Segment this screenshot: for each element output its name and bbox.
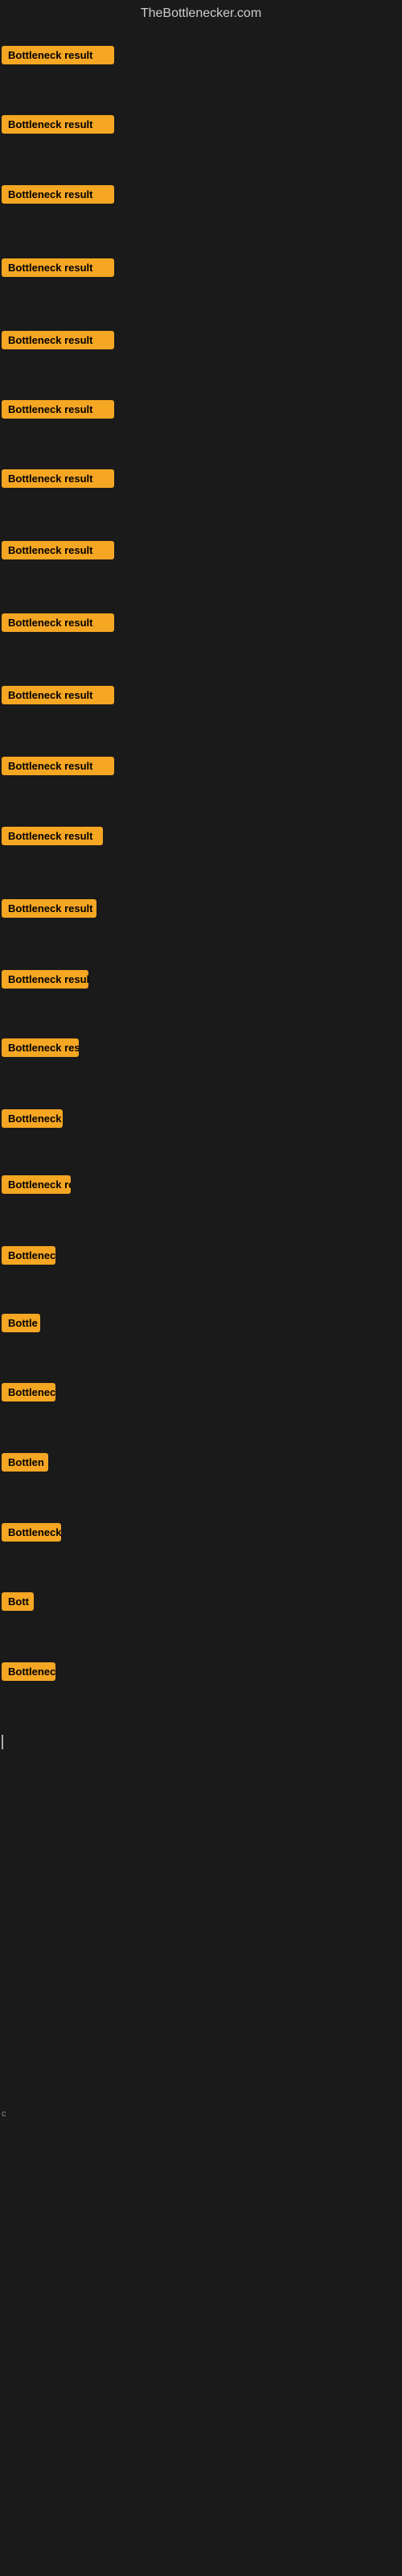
result-row-20: Bottlenec	[2, 1383, 55, 1406]
result-row-5: Bottleneck result	[2, 331, 114, 353]
bottleneck-badge[interactable]: Bottlen	[2, 1453, 48, 1472]
site-title: TheBottlenecker.com	[0, 0, 402, 27]
result-row-15: Bottleneck resu	[2, 1038, 79, 1061]
bottleneck-badge[interactable]: Bottleneck result	[2, 970, 88, 989]
bottleneck-badge[interactable]: Bottleneck result	[2, 185, 114, 204]
bottleneck-badge[interactable]: Bottleneck result	[2, 827, 103, 845]
bottleneck-badge[interactable]: Bottleneck result	[2, 331, 114, 349]
result-row-14: Bottleneck result	[2, 970, 88, 993]
result-row-24: Bottlenec	[2, 1662, 55, 1685]
bottleneck-badge[interactable]: Bottleneck result	[2, 400, 114, 419]
result-row-3: Bottleneck result	[2, 185, 114, 208]
bottleneck-badge[interactable]: Bottleneck resu	[2, 1038, 79, 1057]
bottleneck-badge[interactable]: Bottleneck result	[2, 258, 114, 277]
bottleneck-badge[interactable]: Bottleneck result	[2, 613, 114, 632]
result-row-11: Bottleneck result	[2, 757, 114, 779]
bottleneck-badge[interactable]: Bottleneck result	[2, 115, 114, 134]
result-row-18: Bottlenec	[2, 1246, 55, 1269]
bottleneck-badge[interactable]: Bottleneck result	[2, 541, 114, 559]
bottleneck-badge[interactable]: Bottle	[2, 1314, 40, 1332]
bottleneck-badge[interactable]: Bottleneck result	[2, 469, 114, 488]
bottleneck-badge[interactable]: Bottleneck result	[2, 686, 114, 704]
bottleneck-badge[interactable]: Bottleneck result	[2, 899, 96, 918]
result-row-23: Bott	[2, 1592, 34, 1615]
bottleneck-badge[interactable]: Bott	[2, 1592, 34, 1611]
bottleneck-badge[interactable]: Bottleneck	[2, 1109, 63, 1128]
result-row-21: Bottlen	[2, 1453, 48, 1476]
cursor	[2, 1735, 3, 1749]
result-row-2: Bottleneck result	[2, 115, 114, 138]
result-row-7: Bottleneck result	[2, 469, 114, 492]
result-row-19: Bottle	[2, 1314, 40, 1336]
bottleneck-badge[interactable]: Bottlenec	[2, 1383, 55, 1402]
result-row-10: Bottleneck result	[2, 686, 114, 708]
bottleneck-badge[interactable]: Bottleneck result	[2, 46, 114, 64]
result-row-6: Bottleneck result	[2, 400, 114, 423]
bottleneck-badge[interactable]: Bottlenec	[2, 1246, 55, 1265]
bottleneck-badge[interactable]: Bottleneck	[2, 1523, 61, 1542]
result-row-1: Bottleneck result	[2, 46, 114, 68]
page-wrapper: TheBottlenecker.com Bottleneck result Bo…	[0, 0, 402, 2576]
bottleneck-badge[interactable]: Bottleneck re	[2, 1175, 71, 1194]
result-row-16: Bottleneck	[2, 1109, 63, 1132]
small-label: c	[2, 2109, 6, 2119]
result-row-9: Bottleneck result	[2, 613, 114, 636]
result-row-13: Bottleneck result	[2, 899, 96, 922]
result-row-8: Bottleneck result	[2, 541, 114, 564]
bottleneck-badge[interactable]: Bottlenec	[2, 1662, 55, 1681]
result-row-4: Bottleneck result	[2, 258, 114, 281]
result-row-22: Bottleneck	[2, 1523, 61, 1546]
result-row-12: Bottleneck result	[2, 827, 103, 849]
result-row-17: Bottleneck re	[2, 1175, 71, 1198]
bottleneck-badge[interactable]: Bottleneck result	[2, 757, 114, 775]
